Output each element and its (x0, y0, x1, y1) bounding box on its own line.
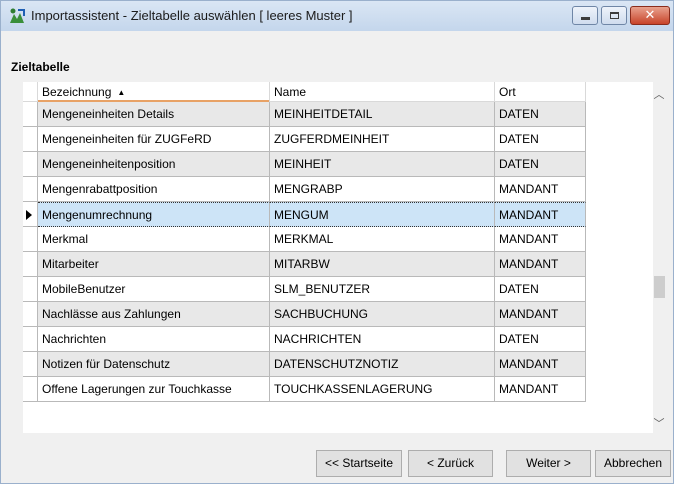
import-wizard-icon (10, 8, 25, 23)
column-header-label: Bezeichnung (42, 85, 112, 99)
cell-name[interactable]: DATENSCHUTZNOTIZ (270, 352, 495, 377)
back-button[interactable]: < Zurück (408, 450, 493, 477)
section-title: Zieltabelle (11, 60, 70, 74)
cell-bezeichnung[interactable]: Notizen für Datenschutz (38, 352, 270, 377)
cell-ort[interactable]: MANDANT (495, 377, 586, 402)
cell-ort[interactable]: DATEN (495, 277, 586, 302)
row-header[interactable] (23, 177, 38, 202)
cell-bezeichnung[interactable]: Mengeneinheiten für ZUGFeRD (38, 127, 270, 152)
import-wizard-window: Importassistent - Zieltabelle auswählen … (0, 0, 674, 484)
target-table-grid[interactable]: Bezeichnung ▲ Name Ort Mengeneinheiten De… (23, 82, 665, 433)
cell-bezeichnung[interactable]: Mengeneinheiten Details (38, 102, 270, 127)
cell-bezeichnung[interactable]: Mengeneinheitenposition (38, 152, 270, 177)
row-header[interactable] (23, 277, 38, 302)
minimize-button[interactable] (572, 6, 598, 25)
cell-name[interactable]: MENGUM (270, 202, 495, 227)
current-row-arrow-icon (26, 210, 32, 220)
cell-name[interactable]: MENGRABP (270, 177, 495, 202)
maximize-button[interactable] (601, 6, 627, 25)
row-header[interactable] (23, 102, 38, 127)
table-row[interactable]: Mengenumrechnung MENGUM MANDANT (23, 202, 586, 227)
cell-ort[interactable]: MANDANT (495, 302, 586, 327)
cell-ort[interactable]: DATEN (495, 102, 586, 127)
table-row[interactable]: Notizen für Datenschutz DATENSCHUTZNOTIZ M… (23, 352, 586, 377)
cell-bezeichnung[interactable]: Mitarbeiter (38, 252, 270, 277)
row-header[interactable] (23, 352, 38, 377)
table-row[interactable]: Nachlässe aus Zahlungen SACHBUCHUNG MANDAN… (23, 302, 586, 327)
table-row[interactable]: Mengeneinheiten Details MEINHEITDETAIL DAT… (23, 102, 586, 127)
cell-ort[interactable]: MANDANT (495, 202, 586, 227)
table-row[interactable]: MobileBenutzer SLM_BENUTZER DATEN (23, 277, 586, 302)
table-row[interactable]: Nachrichten NACHRICHTEN DATEN (23, 327, 586, 352)
cell-name[interactable]: SACHBUCHUNG (270, 302, 495, 327)
column-header-bezeichnung[interactable]: Bezeichnung ▲ (38, 82, 270, 102)
table-row[interactable]: Offene Lagerungen zur Touchkasse TOUCHKAS… (23, 377, 586, 402)
table-row[interactable]: Mengeneinheiten für ZUGFeRD ZUGFERDMEINHE… (23, 127, 586, 152)
cell-name[interactable]: MEINHEIT (270, 152, 495, 177)
close-button[interactable]: ✕ (630, 6, 670, 25)
window-title: Importassistent - Zieltabelle auswählen … (31, 8, 353, 23)
row-header[interactable] (23, 127, 38, 152)
next-button[interactable]: Weiter > (506, 450, 591, 477)
cell-bezeichnung[interactable]: Mengenrabattposition (38, 177, 270, 202)
cell-bezeichnung[interactable]: Nachrichten (38, 327, 270, 352)
cell-bezeichnung[interactable]: Mengenumrechnung (38, 202, 270, 227)
column-header-label: Ort (499, 85, 516, 99)
cell-ort[interactable]: DATEN (495, 327, 586, 352)
cell-name[interactable]: SLM_BENUTZER (270, 277, 495, 302)
cell-name[interactable]: MITARBW (270, 252, 495, 277)
cell-bezeichnung[interactable]: Merkmal (38, 227, 270, 252)
cell-name[interactable]: MEINHEITDETAIL (270, 102, 495, 127)
minimize-icon (580, 17, 590, 20)
close-icon: ✕ (644, 8, 656, 23)
row-header[interactable] (23, 377, 38, 402)
cell-bezeichnung[interactable]: MobileBenutzer (38, 277, 270, 302)
cell-name[interactable]: ZUGFERDMEINHEIT (270, 127, 495, 152)
column-header-label: Name (274, 85, 307, 99)
cancel-button[interactable]: Abbrechen (595, 450, 671, 477)
row-header[interactable] (23, 327, 38, 352)
cell-ort[interactable]: MANDANT (495, 352, 586, 377)
cell-ort[interactable]: MANDANT (495, 227, 586, 252)
chevron-up-icon[interactable]: ︿ (653, 86, 665, 102)
cell-ort[interactable]: DATEN (495, 152, 586, 177)
vertical-scrollbar[interactable]: ︿ ﹀ (653, 82, 665, 433)
cell-ort[interactable]: MANDANT (495, 177, 586, 202)
cell-ort[interactable]: MANDANT (495, 252, 586, 277)
title-bar[interactable]: Importassistent - Zieltabelle auswählen … (1, 1, 673, 31)
cell-bezeichnung[interactable]: Nachlässe aus Zahlungen (38, 302, 270, 327)
start-page-button[interactable]: << Startseite (316, 450, 402, 477)
cell-ort[interactable]: DATEN (495, 127, 586, 152)
cell-bezeichnung[interactable]: Offene Lagerungen zur Touchkasse (38, 377, 270, 402)
scrollbar-thumb[interactable] (654, 276, 665, 298)
row-header[interactable] (23, 202, 38, 227)
row-header[interactable] (23, 302, 38, 327)
cell-name[interactable]: TOUCHKASSENLAGERUNG (270, 377, 495, 402)
cell-name[interactable]: NACHRICHTEN (270, 327, 495, 352)
row-header[interactable] (23, 252, 38, 277)
table-row[interactable]: Mengenrabattposition MENGRABP MANDANT (23, 177, 586, 202)
table-row[interactable]: Mitarbeiter MITARBW MANDANT (23, 252, 586, 277)
chevron-down-icon[interactable]: ﹀ (653, 415, 665, 431)
row-header[interactable] (23, 227, 38, 252)
column-header-ort[interactable]: Ort (495, 82, 586, 102)
table-row[interactable]: Mengeneinheitenposition MEINHEIT DATEN (23, 152, 586, 177)
cell-name[interactable]: MERKMAL (270, 227, 495, 252)
table-row[interactable]: Merkmal MERKMAL MANDANT (23, 227, 586, 252)
column-header-name[interactable]: Name (270, 82, 495, 102)
row-header[interactable] (23, 152, 38, 177)
maximize-icon (609, 12, 619, 19)
row-header-corner (23, 82, 38, 102)
